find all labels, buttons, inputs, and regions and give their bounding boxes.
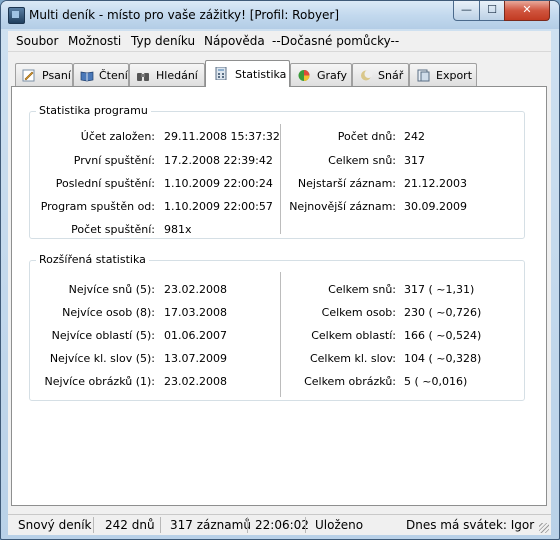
stat-label: Nejvíce obrázků (1): <box>44 375 155 388</box>
menu-moznosti[interactable]: Možnosti <box>68 34 121 48</box>
book-icon <box>80 69 94 82</box>
stat-value: 17.03.2008 <box>164 306 227 319</box>
stat-value: 317 <box>404 154 425 167</box>
menu-bar: Soubor Možnosti Typ deníku Nápověda --Do… <box>8 31 551 52</box>
minimize-button[interactable]: — <box>453 1 480 21</box>
stat-value: 1.10.2009 22:00:57 <box>164 200 273 213</box>
stat-label: Celkem osob: <box>321 306 396 319</box>
menu-typ-deniku[interactable]: Typ deníku <box>131 34 195 48</box>
stat-label: Nejvíce oblastí (5): <box>51 329 155 342</box>
resize-grip[interactable] <box>539 523 549 533</box>
stat-value: 981x <box>164 223 192 236</box>
status-separator <box>160 517 161 533</box>
statistics-panel: Statistika programu Účet založen: 29.11.… <box>11 86 547 506</box>
stat-label: První spuštění: <box>73 154 155 167</box>
stat-value: 23.02.2008 <box>164 283 227 296</box>
stat-value: 21.12.2003 <box>404 177 467 190</box>
stat-value: 242 <box>404 130 425 143</box>
tab-psani[interactable]: Psaní <box>15 63 73 86</box>
tab-grafy[interactable]: Grafy <box>290 63 352 86</box>
stat-label: Nejstarší záznam: <box>297 177 396 190</box>
status-separator <box>247 517 248 533</box>
tab-cteni[interactable]: Čtení <box>73 63 129 86</box>
menu-docasne-pomucky[interactable]: --Dočasné pomůcky-- <box>272 34 399 48</box>
status-separator <box>93 517 94 533</box>
menu-soubor[interactable]: Soubor <box>16 34 58 48</box>
status-records: 317 záznamů <box>170 518 251 532</box>
app-icon[interactable] <box>8 7 25 24</box>
status-time: 22:06:02 <box>255 518 309 532</box>
stat-label: Nejvíce osob (8): <box>62 306 155 319</box>
stat-label: Nejvíce kl. slov (5): <box>49 352 155 365</box>
tab-statistika[interactable]: Statistika <box>205 60 290 87</box>
export-icon <box>416 69 430 82</box>
group-extended-stats: Rozšířená statistika Nejvíce snů (5): 23… <box>29 253 525 401</box>
group-divider <box>280 272 281 397</box>
tab-export[interactable]: Export <box>409 63 477 86</box>
status-nameday: Dnes má svátek: Igor <box>406 518 535 532</box>
stat-label: Nejnovější záznam: <box>289 200 396 213</box>
menu-napoveda[interactable]: Nápověda <box>204 34 265 48</box>
stat-label: Celkem snů: <box>328 283 396 296</box>
status-separator <box>305 517 306 533</box>
group-program-stats: Statistika programu Účet založen: 29.11.… <box>29 104 525 239</box>
stat-value: 1.10.2009 22:00:24 <box>164 177 273 190</box>
status-days: 242 dnů <box>105 518 155 532</box>
main-area: Psaní Čtení Hledání Statistika Grafy Sná… <box>8 52 551 514</box>
stat-value: 317 ( ~1,31) <box>404 283 475 296</box>
stat-value: 01.06.2007 <box>164 329 227 342</box>
stat-label: Počet spuštění: <box>71 223 155 236</box>
moon-icon <box>359 69 373 82</box>
tab-snar[interactable]: Snář <box>352 63 409 86</box>
stat-label: Program spuštěn od: <box>40 200 155 213</box>
stat-label: Celkem kl. slov: <box>309 352 396 365</box>
binoculars-icon <box>136 69 150 82</box>
close-button[interactable]: ✕ <box>504 1 550 21</box>
stat-value: 30.09.2009 <box>404 200 467 213</box>
pie-chart-icon <box>297 69 311 82</box>
pencil-icon <box>22 69 36 82</box>
status-saved: Uloženo <box>315 518 364 532</box>
stat-value: 13.07.2009 <box>164 352 227 365</box>
group-divider <box>280 124 281 234</box>
stat-label: Počet dnů: <box>337 130 396 143</box>
app-window: Multi deník - místo pro vaše zážitky! [P… <box>0 0 560 540</box>
stat-label: Celkem snů: <box>328 154 396 167</box>
group-title: Rozšířená statistika <box>36 253 149 266</box>
group-title: Statistika programu <box>36 104 151 117</box>
window-title: Multi deník - místo pro vaše zážitky! [P… <box>29 8 340 22</box>
status-diary-type: Snový deník <box>18 518 92 532</box>
stat-label: Celkem obrázků: <box>304 375 396 388</box>
stat-label: Celkem oblastí: <box>311 329 396 342</box>
calculator-icon <box>214 66 228 81</box>
status-bar: Snový deník 242 dnů 317 záznamů 22:06:02… <box>8 514 551 535</box>
stat-value: 17.2.2008 22:39:42 <box>164 154 273 167</box>
maximize-button[interactable]: ☐ <box>479 1 505 21</box>
stat-value: 23.02.2008 <box>164 375 227 388</box>
stat-value: 5 ( ~0,016) <box>404 375 468 388</box>
stat-label: Poslední spuštění: <box>55 177 155 190</box>
stat-value: 104 ( ~0,328) <box>404 352 482 365</box>
stat-label: Nejvíce snů (5): <box>68 283 155 296</box>
stat-label: Účet založen: <box>80 130 155 143</box>
stat-value: 29.11.2008 15:37:32 <box>164 130 280 143</box>
stat-value: 166 ( ~0,524) <box>404 329 482 342</box>
title-bar[interactable]: Multi deník - místo pro vaše zážitky! [P… <box>1 1 559 29</box>
tab-hledani[interactable]: Hledání <box>129 63 205 86</box>
stat-value: 230 ( ~0,726) <box>404 306 482 319</box>
